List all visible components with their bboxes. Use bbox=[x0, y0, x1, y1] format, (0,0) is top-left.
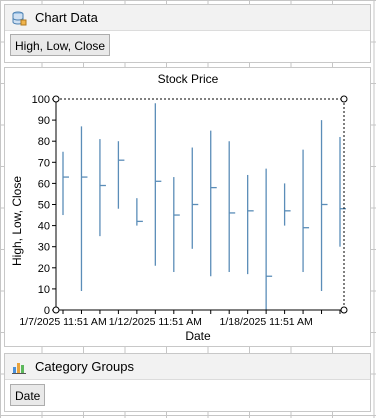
selection-frame bbox=[55, 98, 345, 311]
x-tick-label: 1/12/2025 11:51 AM bbox=[109, 316, 202, 328]
resize-handle bbox=[340, 306, 348, 314]
x-tick-label: 1/7/2025 11:51 AM bbox=[19, 316, 106, 328]
bar-chart-icon bbox=[11, 359, 27, 375]
y-tick-label: 60 bbox=[38, 178, 50, 190]
stock-chart[interactable]: Stock Price High, Low, Close Date 010203… bbox=[5, 68, 370, 346]
y-axis-title: High, Low, Close bbox=[10, 176, 24, 266]
resize-handle bbox=[340, 95, 348, 103]
y-tick-label: 40 bbox=[38, 221, 50, 233]
chart-data-value-chip[interactable]: High, Low, Close bbox=[10, 34, 111, 56]
x-axis-title: Date bbox=[185, 329, 211, 343]
y-tick-label: 70 bbox=[38, 157, 50, 169]
category-groups-value-chip[interactable]: Date bbox=[10, 384, 46, 406]
resize-handle bbox=[52, 95, 60, 103]
chart-data-header: Chart Data bbox=[5, 5, 370, 31]
y-tick-label: 50 bbox=[38, 200, 50, 212]
category-groups-panel: Category Groups Date bbox=[4, 353, 371, 412]
y-tick-label: 100 bbox=[32, 94, 50, 106]
chart-panel: Stock Price High, Low, Close Date 0 10 20 3… bbox=[4, 67, 371, 347]
y-tick-label: 90 bbox=[38, 115, 50, 127]
y-tick-label: 10 bbox=[38, 284, 50, 296]
chart-title: Stock Price bbox=[158, 72, 219, 86]
x-tick-label: 1/18/2025 11:51 AM bbox=[220, 316, 313, 328]
y-tick-label: 30 bbox=[38, 242, 50, 254]
database-icon bbox=[11, 10, 27, 26]
category-groups-title: Category Groups bbox=[35, 359, 134, 374]
resize-handle bbox=[52, 306, 60, 314]
category-groups-header: Category Groups bbox=[5, 354, 370, 380]
chart-data-title: Chart Data bbox=[35, 10, 98, 25]
chart-data-panel: Chart Data High, Low, Close bbox=[4, 4, 371, 63]
y-tick-label: 20 bbox=[38, 263, 50, 275]
y-tick-label: 80 bbox=[38, 136, 50, 148]
